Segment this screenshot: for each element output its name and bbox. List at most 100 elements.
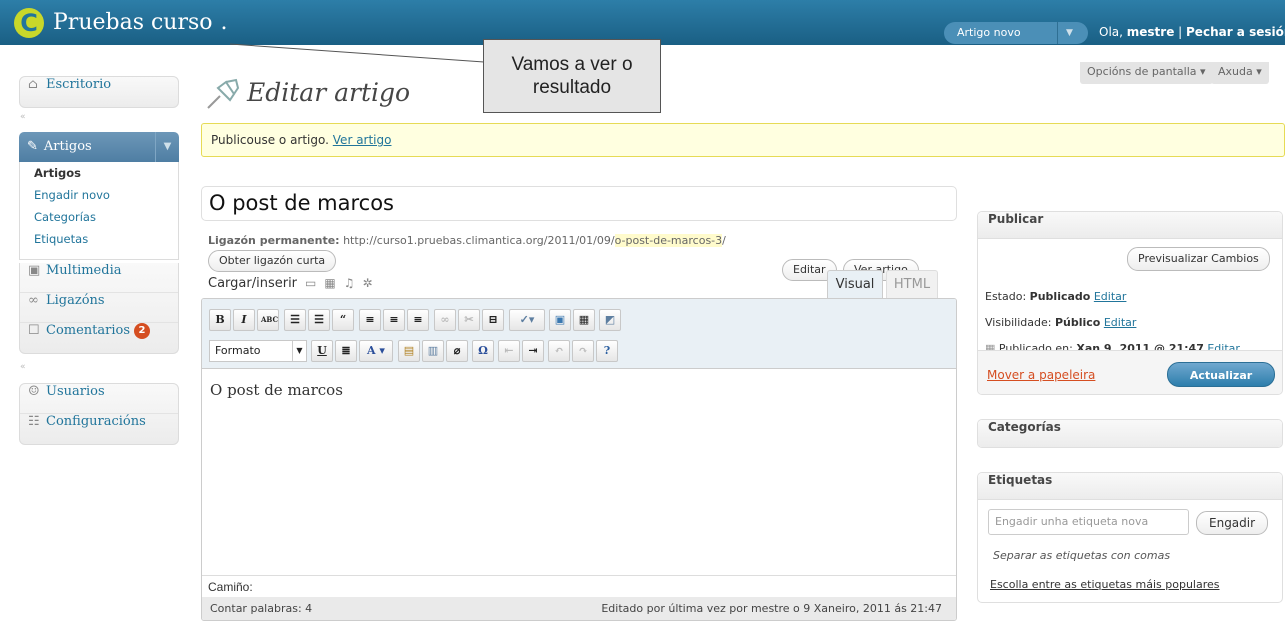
screen-options-button[interactable]: Opcións de pantalla ▾ [1080,62,1213,84]
link-icon: ∞ [28,293,39,308]
post-title-input[interactable]: O post de marcos [201,186,957,221]
greeting-text: Ola, [1099,25,1127,39]
site-title[interactable]: Pruebas curso. [53,10,228,35]
numbered-list-icon[interactable]: ☰ [308,309,330,331]
preview-changes-button[interactable]: Previsualizar Cambios [1127,247,1270,271]
more-tag-icon[interactable]: ⊟ [482,309,504,331]
chevron-down-icon[interactable]: ▼ [155,132,179,162]
new-post-dropdown[interactable]: Artigo novo ▼ [944,22,1088,44]
clear-formatting-icon[interactable]: ⌀ [446,340,468,362]
redo-icon[interactable]: ↷ [572,340,594,362]
annotation-callout: Vamos a ver o resultado [483,39,661,113]
permalink-end: / [722,234,726,247]
sidebar-item-label: Ligazóns [46,293,105,308]
user-profile-link[interactable]: mestre [1127,25,1175,39]
text-color-icon[interactable]: A ▾ [359,340,393,362]
submenu-item-categories[interactable]: Categorías [20,206,178,228]
upload-insert-label: Cargar/inserir [208,276,298,291]
undo-icon[interactable]: ↶ [548,340,570,362]
permalink-base-url: http://curso1.pruebas.climantica.org/201… [339,234,615,247]
sidebar-item-dashboard[interactable]: ⌂ Escritorio [20,77,178,107]
align-center-icon[interactable]: ≡ [383,309,405,331]
sidebar-item-users[interactable]: ☺ Usuarios [20,384,178,414]
update-button[interactable]: Actualizar [1167,362,1275,387]
sidebar-item-comments[interactable]: ☐ Comentarios 2 [20,323,178,353]
move-to-trash-link[interactable]: Mover a papeleira [987,368,1095,382]
edit-status-link[interactable]: Editar [1094,290,1127,303]
submenu-item-tags[interactable]: Etiquetas [20,228,178,250]
sidebar-item-posts[interactable]: ✎ Artigos ▼ [19,132,179,162]
sidebar-item-label: Comentarios [46,323,131,338]
strikethrough-icon[interactable]: ABC [257,309,279,331]
word-count: Contar palabras: 4 [210,602,313,615]
sidebar-item-media[interactable]: ▣ Multimedia [20,263,178,293]
italic-icon[interactable]: I [233,309,255,331]
blockquote-icon[interactable]: “ [332,309,354,331]
tags-hint: Separar as etiquetas con comas [993,549,1171,562]
upload-insert-bar: Cargar/inserir ▭ ▦ ♫ ✲ [208,276,373,291]
chevron-down-icon[interactable]: ▼ [292,341,306,361]
help-icon[interactable]: ? [596,340,618,362]
paste-text-icon[interactable]: ▤ [398,340,420,362]
bold-icon[interactable]: B [209,309,231,331]
new-post-label[interactable]: Artigo novo [957,26,1021,39]
tab-html[interactable]: HTML [886,270,938,298]
comment-icon: ☐ [28,323,40,338]
site-logo-icon[interactable]: C [14,8,44,38]
paste-word-icon[interactable]: ▥ [422,340,444,362]
status-label: Estado: [985,290,1030,303]
publish-actions: Mover a papeleira Actualizar [978,350,1282,394]
underline-icon[interactable]: U [311,340,333,362]
logout-link[interactable]: Pechar a sesión [1186,25,1285,39]
editor-path: Camiño: [202,575,956,597]
editor-content[interactable]: O post de marcos [210,381,343,399]
publish-box-title[interactable]: Publicar [978,212,1282,239]
indent-icon[interactable]: ⇥ [522,340,544,362]
fullscreen-icon[interactable]: ▣ [549,309,571,331]
kitchen-sink-icon[interactable]: ▦ [573,309,595,331]
sidebar-item-label: Multimedia [46,263,122,278]
collapse-separator-icon[interactable]: « [20,362,26,372]
page-title: Editar artigo [247,78,411,107]
publish-box: Publicar Previsualizar Cambios Estado: P… [977,211,1283,395]
unlink-icon[interactable]: ✂ [458,309,480,331]
popular-tags-link[interactable]: Escolla entre as etiquetas máis populare… [978,578,1220,591]
site-title-text[interactable]: Pruebas curso [53,10,213,35]
format-select[interactable]: Formato ▼ [209,340,307,362]
add-tag-button[interactable]: Engadir [1196,511,1269,535]
tags-box-title[interactable]: Etiquetas [978,473,1282,500]
chevron-down-icon[interactable]: ▼ [1066,22,1073,44]
add-image-icon[interactable]: ▭ [305,276,316,290]
media-embed-icon[interactable]: ◩ [599,309,621,331]
special-character-icon[interactable]: Ω [472,340,494,362]
tab-visual[interactable]: Visual [827,270,883,298]
help-button[interactable]: Axuda ▾ [1211,62,1269,84]
align-left-icon[interactable]: ≡ [359,309,381,331]
new-tag-input[interactable]: Engadir unha etiqueta nova [988,509,1189,535]
permalink-slug[interactable]: o-post-de-marcos-3 [614,234,723,247]
categories-box-title[interactable]: Categorías [978,420,1282,447]
pushpin-icon [207,78,240,109]
outdent-icon[interactable]: ⇤ [498,340,520,362]
permalink-label: Ligazón permanente: [208,234,340,247]
add-video-icon[interactable]: ▦ [324,276,335,290]
add-media-icon[interactable]: ✲ [362,276,372,290]
bullet-list-icon[interactable]: ☰ [284,309,306,331]
sidebar-item-settings[interactable]: ☷ Configuracións [20,414,178,444]
edit-visibility-link[interactable]: Editar [1104,316,1137,329]
submenu-item-all-posts[interactable]: Artigos [20,162,178,184]
collapse-separator-icon[interactable]: « [20,112,26,122]
sidebar-item-label: Usuarios [46,384,105,399]
align-right-icon[interactable]: ≡ [407,309,429,331]
get-shortlink-button[interactable]: Obter ligazón curta [208,250,337,272]
format-select-value: Formato [215,344,261,357]
sidebar-item-label: Configuracións [46,414,146,429]
link-icon[interactable]: ∞ [434,309,456,331]
add-audio-icon[interactable]: ♫ [344,276,355,290]
view-post-link[interactable]: Ver artigo [333,133,392,147]
sidebar-dashboard-group: ⌂ Escritorio [19,76,179,108]
justify-icon[interactable]: ≣ [335,340,357,362]
sidebar-item-links[interactable]: ∞ Ligazóns [20,293,178,323]
spellcheck-icon[interactable]: ✓▾ [509,309,545,331]
submenu-item-add-new[interactable]: Engadir novo [20,184,178,206]
